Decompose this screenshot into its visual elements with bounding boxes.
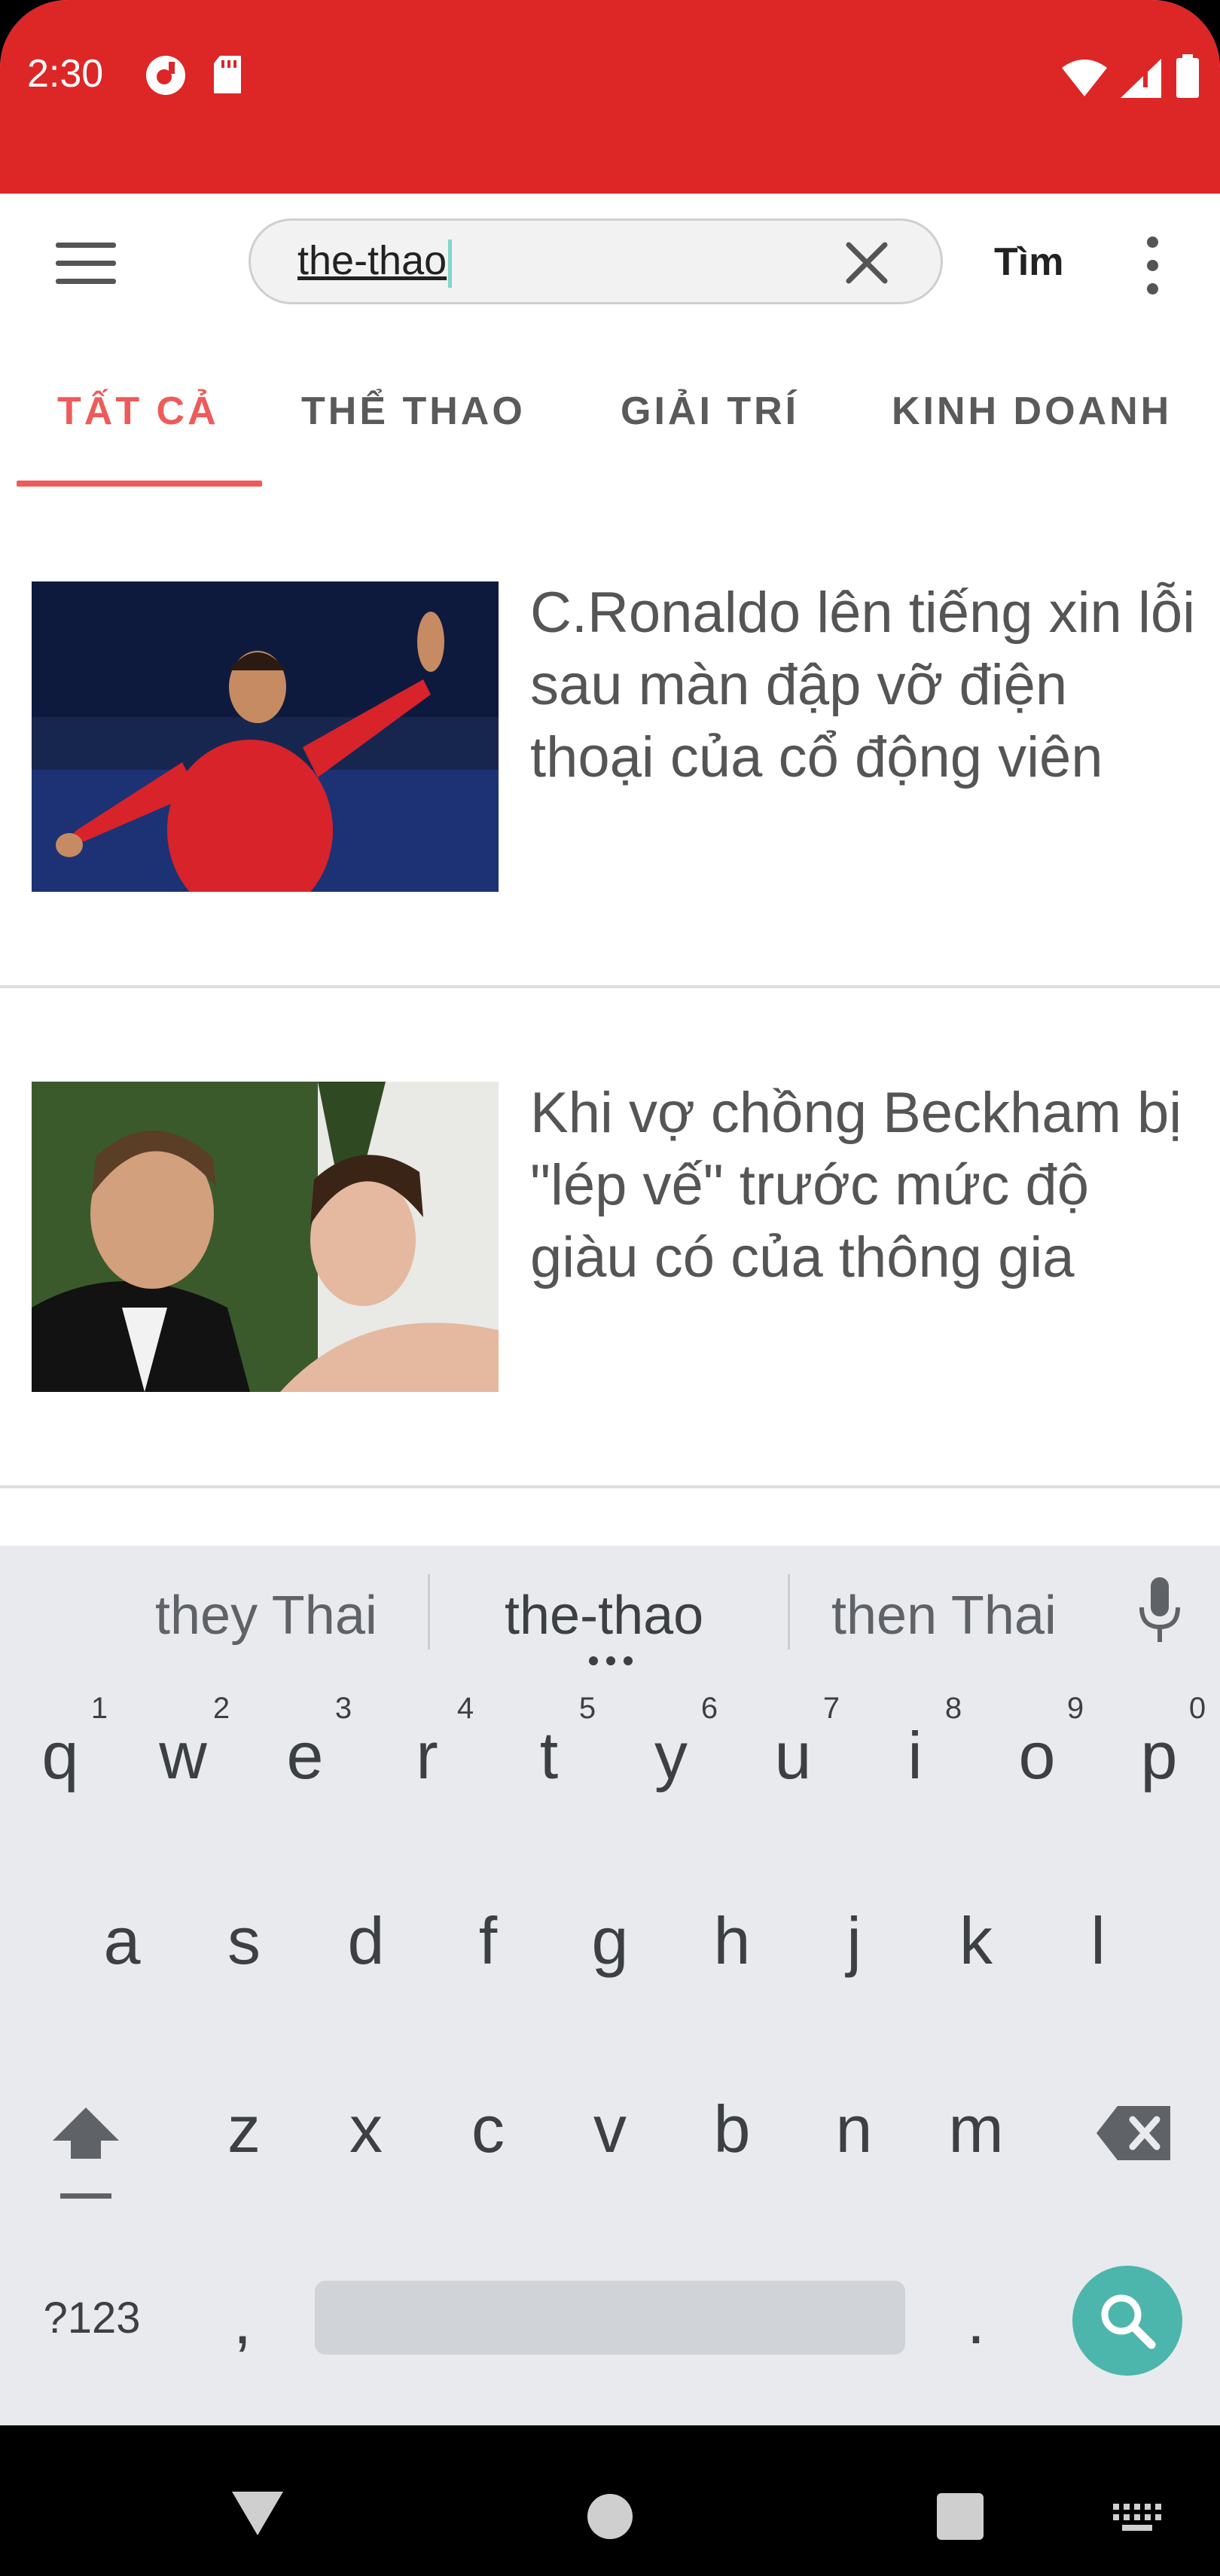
suggestion-1[interactable]: they Thai: [155, 1585, 377, 1647]
divider: [0, 1485, 1220, 1488]
key-q[interactable]: q: [42, 1717, 79, 1794]
key-period[interactable]: .: [967, 2282, 985, 2359]
keyboard-suggestion-strip: they Thai the-thao then Thai: [0, 1546, 1220, 1671]
keyboard-search-button[interactable]: [1072, 2266, 1182, 2376]
cellular-signal-icon: [1121, 59, 1161, 98]
key-k[interactable]: k: [959, 1903, 993, 1979]
search-icon: [1101, 2294, 1156, 2349]
key-i[interactable]: i: [907, 1717, 923, 1794]
key-g[interactable]: g: [592, 1903, 629, 1979]
tab-indicator: [17, 481, 262, 487]
key-f[interactable]: f: [479, 1903, 497, 1979]
key-n[interactable]: n: [836, 2091, 873, 2168]
key-hint: 4: [456, 1692, 474, 1725]
navigation-bar: [0, 2425, 1220, 2576]
key-hint: 8: [944, 1692, 962, 1725]
sd-card-icon: [214, 56, 241, 93]
news-thumbnail: [32, 581, 499, 892]
key-h[interactable]: h: [714, 1903, 751, 1979]
home-icon[interactable]: [587, 2493, 633, 2540]
suggestion-separator: [428, 1574, 430, 1650]
key-o[interactable]: o: [1019, 1717, 1056, 1794]
search-button[interactable]: Tìm: [994, 240, 1063, 285]
key-b[interactable]: b: [714, 2091, 751, 2168]
key-s[interactable]: s: [227, 1903, 261, 1979]
key-j[interactable]: j: [846, 1903, 862, 1979]
key-l[interactable]: l: [1090, 1903, 1106, 1979]
divider: [0, 985, 1220, 988]
search-input[interactable]: the-thao: [297, 237, 453, 288]
news-thumbnail: [32, 1082, 499, 1392]
key-e[interactable]: e: [287, 1717, 324, 1794]
key-r[interactable]: r: [416, 1717, 438, 1794]
tab-giai-tri[interactable]: GIẢI TRÍ: [621, 389, 799, 434]
key-c[interactable]: c: [471, 2091, 505, 2168]
key-d[interactable]: d: [348, 1903, 385, 1979]
key-p[interactable]: p: [1141, 1717, 1178, 1794]
search-box[interactable]: the-thao: [249, 218, 943, 304]
status-time: 2:30: [27, 52, 104, 96]
news-title[interactable]: Khi vợ chồng Beckham bị "lép vế" trước m…: [530, 1077, 1200, 1294]
app-screen: 2:30 the-thao Tìm TẤT CẢ THỂ THAO GIẢI T…: [0, 0, 1220, 2576]
shift-icon[interactable]: [48, 2101, 124, 2207]
tab-the-thao[interactable]: THỂ THAO: [301, 389, 526, 434]
keyboard-switch-icon[interactable]: [1113, 2504, 1161, 2534]
tab-tat-ca[interactable]: TẤT CẢ: [57, 389, 219, 434]
notification-app-icon: [146, 56, 185, 95]
key-x[interactable]: x: [349, 2091, 383, 2168]
suggestion-2[interactable]: the-thao: [505, 1585, 703, 1647]
tab-kinh-doanh[interactable]: KINH DOANH: [892, 389, 1172, 434]
menu-icon[interactable]: [56, 243, 116, 288]
key-hint: 7: [822, 1692, 840, 1725]
key-hint: 0: [1188, 1692, 1206, 1725]
key-comma[interactable]: ,: [233, 2282, 252, 2359]
recents-icon[interactable]: [937, 2493, 984, 2540]
news-item[interactable]: Khi vợ chồng Beckham bị "lép vế" trước m…: [0, 1027, 1220, 1487]
key-y[interactable]: y: [654, 1717, 688, 1794]
key-hint: 9: [1066, 1692, 1084, 1725]
suggestion-separator: [788, 1574, 790, 1650]
more-suggestions-icon[interactable]: [587, 1656, 634, 1666]
key-u[interactable]: u: [775, 1717, 812, 1794]
backspace-icon[interactable]: [1095, 2104, 1173, 2162]
suggestion-3[interactable]: then Thai: [831, 1585, 1057, 1647]
more-options-icon[interactable]: [1143, 235, 1161, 295]
key-v[interactable]: v: [593, 2091, 627, 2168]
news-title[interactable]: C.Ronaldo lên tiếng xin lỗi sau màn đập …: [530, 577, 1200, 794]
key-w[interactable]: w: [159, 1717, 207, 1794]
microphone-icon[interactable]: [1137, 1577, 1182, 1645]
key-hint: 6: [700, 1692, 718, 1725]
key-hint: 1: [90, 1692, 108, 1725]
key-hint: 3: [334, 1692, 352, 1725]
key-hint: 2: [212, 1692, 230, 1725]
wifi-icon: [1062, 60, 1107, 96]
key-a[interactable]: a: [104, 1903, 141, 1979]
status-bar: 2:30: [0, 0, 1220, 194]
back-icon[interactable]: [230, 2489, 285, 2537]
category-tabs: TẤT CẢ THỂ THAO GIẢI TRÍ KINH DOANH: [0, 354, 1220, 490]
text-cursor: [448, 239, 453, 288]
key-t[interactable]: t: [540, 1717, 558, 1794]
key-m[interactable]: m: [948, 2091, 1003, 2168]
close-icon[interactable]: [844, 240, 889, 285]
spacebar[interactable]: [315, 2281, 905, 2355]
key-z[interactable]: z: [227, 2091, 261, 2168]
battery-icon: [1176, 54, 1199, 98]
symbols-key[interactable]: ?123: [43, 2293, 140, 2343]
key-hint: 5: [578, 1692, 596, 1725]
search-query-text: the-thao: [297, 238, 447, 283]
news-item[interactable]: C.Ronaldo lên tiếng xin lỗi sau màn đập …: [0, 527, 1220, 987]
